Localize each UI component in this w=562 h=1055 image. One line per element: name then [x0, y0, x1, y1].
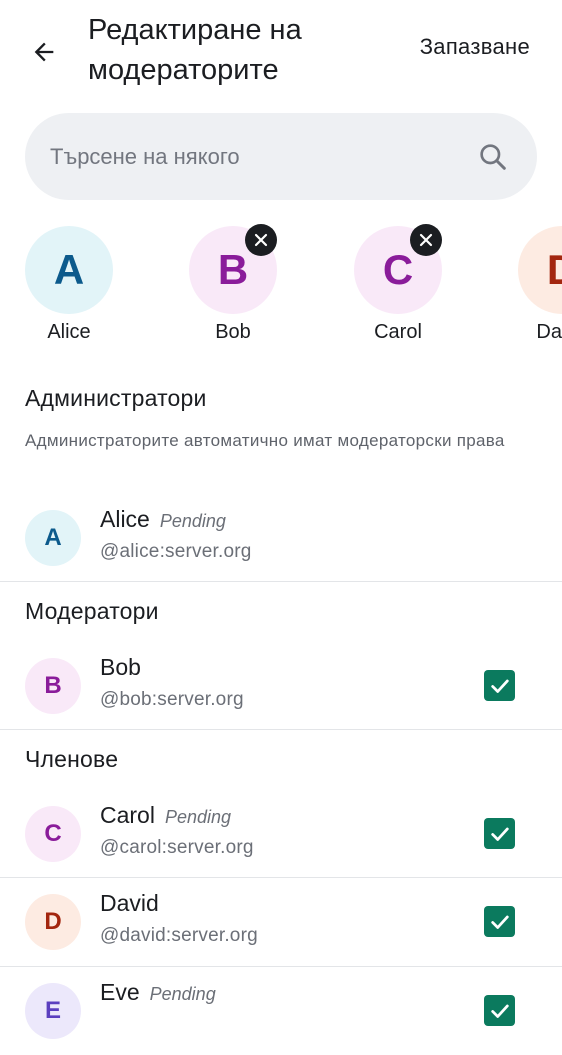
- close-icon: [254, 233, 268, 247]
- pending-badge: Pending: [159, 511, 226, 531]
- pending-badge: Pending: [164, 807, 232, 827]
- user-name: Alice Pending: [100, 506, 226, 533]
- section-description-admins: Администраторите автоматично имат модера…: [25, 431, 505, 450]
- check-icon: [490, 679, 509, 693]
- check-icon: [490, 827, 509, 841]
- check-icon: [490, 915, 509, 929]
- user-name: Eve Pending: [100, 979, 216, 1006]
- selected-chip-alice[interactable]: A Alice: [4, 222, 134, 344]
- user-name: Bob: [100, 654, 141, 680]
- moderator-checkbox[interactable]: [484, 670, 515, 701]
- avatar: E: [25, 983, 81, 1039]
- list-item-bob[interactable]: B Bob @bob:server.org: [0, 642, 562, 730]
- list-item-alice: A Alice Pending @alice:server.org: [0, 494, 562, 582]
- close-icon: [419, 233, 433, 247]
- moderator-checkbox[interactable]: [484, 906, 515, 937]
- search-bar[interactable]: [25, 113, 537, 200]
- user-handle: @david:server.org: [100, 925, 258, 946]
- chip-name: Bob: [215, 321, 251, 343]
- user-name-text: Alice: [100, 506, 150, 532]
- check-icon: [490, 1004, 509, 1018]
- avatar: B: [25, 658, 81, 714]
- divider: [0, 729, 562, 730]
- save-button[interactable]: Запазване: [420, 34, 530, 60]
- avatar: A: [25, 510, 81, 566]
- list-item-carol[interactable]: C Carol Pending @carol:server.org: [0, 790, 562, 878]
- selected-chip-carol[interactable]: C Carol: [333, 222, 463, 344]
- chip-name: Alice: [47, 321, 91, 343]
- user-handle: @bob:server.org: [100, 689, 244, 710]
- selected-chip-david[interactable]: D David: [497, 222, 562, 344]
- pending-badge: Pending: [149, 984, 216, 1004]
- user-name-text: Eve: [100, 979, 140, 1005]
- section-title-admins: Администратори: [25, 385, 207, 411]
- moderator-checkbox[interactable]: [484, 818, 515, 849]
- divider: [0, 581, 562, 582]
- arrow-back-icon: [34, 42, 54, 62]
- avatar: A: [25, 226, 113, 314]
- user-handle: @alice:server.org: [100, 541, 252, 562]
- selected-users-row: A Alice B Bob C Carol D David: [0, 222, 562, 352]
- avatar: C: [25, 806, 81, 862]
- back-button[interactable]: [22, 30, 66, 74]
- section-title-members: Членове: [25, 746, 119, 772]
- search-icon[interactable]: [477, 141, 509, 173]
- remove-chip-button[interactable]: [410, 224, 442, 256]
- user-name-text: Carol: [100, 802, 155, 828]
- avatar: D: [518, 226, 562, 314]
- section-title-moderators: Модератори: [25, 598, 159, 624]
- chip-name: Carol: [374, 321, 422, 343]
- top-app-bar: Редактиране на модераторите Запазване: [0, 0, 562, 100]
- user-name: Carol Pending: [100, 802, 231, 829]
- user-name: David: [100, 890, 159, 916]
- user-handle: @carol:server.org: [100, 837, 254, 858]
- list-item-david[interactable]: D David @david:server.org: [0, 878, 562, 966]
- remove-chip-button[interactable]: [245, 224, 277, 256]
- list-item-eve[interactable]: E Eve Pending: [0, 967, 562, 1055]
- chip-name: David: [536, 321, 562, 343]
- search-input[interactable]: [50, 113, 470, 200]
- avatar: D: [25, 894, 81, 950]
- selected-chip-bob[interactable]: B Bob: [168, 222, 298, 344]
- page-title: Редактиране на модераторите: [88, 14, 302, 86]
